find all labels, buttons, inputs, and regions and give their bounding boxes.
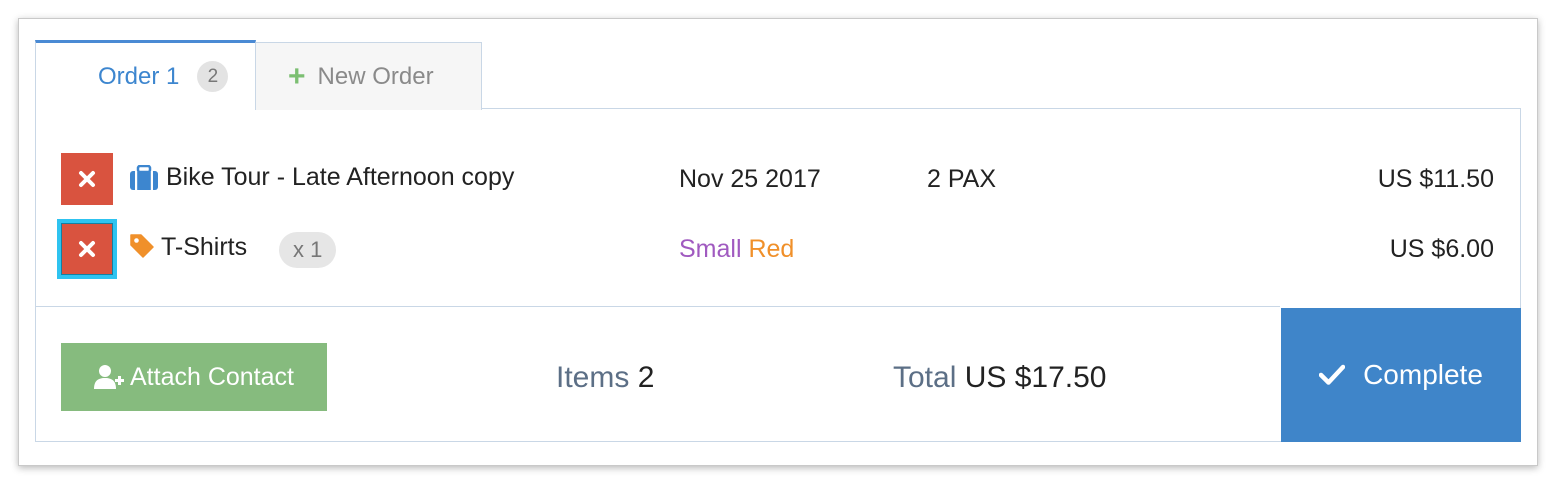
order-window: Order 1 2 + New Order Bike Tour - Late A…	[18, 18, 1538, 466]
tab-new-order[interactable]: + New Order	[255, 42, 482, 110]
remove-item-button[interactable]	[57, 219, 117, 279]
item-pax: 2 PAX	[927, 165, 997, 193]
attach-contact-label: Attach Contact	[130, 362, 294, 391]
items-label: Items	[556, 361, 630, 394]
total-summary: Total US $17.50	[893, 361, 1107, 395]
plus-icon: +	[288, 59, 306, 93]
total-value: US $17.50	[964, 361, 1107, 394]
close-icon	[79, 171, 95, 187]
close-icon	[79, 241, 95, 257]
tab-order-1-label: Order 1	[98, 62, 180, 90]
tag-icon	[129, 233, 155, 264]
order-item-row: Bike Tour - Late Afternoon copy Nov 25 2…	[36, 153, 1520, 205]
tab-order-1[interactable]: Order 1 2	[35, 40, 256, 110]
complete-label: Complete	[1363, 359, 1483, 390]
check-icon	[1319, 364, 1346, 385]
items-summary: Items 2	[556, 361, 654, 395]
quantity-badge: x 1	[279, 232, 337, 268]
items-count: 2	[637, 361, 655, 394]
complete-button[interactable]: Complete	[1281, 308, 1521, 442]
add-user-icon	[94, 365, 124, 389]
variant-size: Small	[679, 235, 742, 263]
attach-contact-button[interactable]: Attach Contact	[61, 343, 327, 411]
item-name: T-Shirts	[161, 233, 248, 261]
item-price: US $11.50	[1377, 165, 1494, 193]
item-date: Nov 25 2017	[679, 165, 821, 193]
divider	[36, 306, 1280, 307]
order-item-row: T-Shirts x 1 Small Red US $6.00	[36, 219, 1520, 279]
total-label: Total	[893, 361, 957, 394]
variant-color: Red	[748, 235, 795, 263]
item-variant: Small Red	[679, 235, 794, 264]
briefcase-icon	[129, 164, 159, 196]
item-count-badge: 2	[197, 61, 229, 92]
order-panel: Bike Tour - Late Afternoon copy Nov 25 2…	[35, 108, 1521, 442]
remove-item-button[interactable]	[61, 153, 113, 205]
item-price: US $6.00	[1389, 235, 1494, 263]
tab-new-order-label: New Order	[317, 62, 434, 90]
item-name: Bike Tour - Late Afternoon copy	[166, 163, 515, 191]
